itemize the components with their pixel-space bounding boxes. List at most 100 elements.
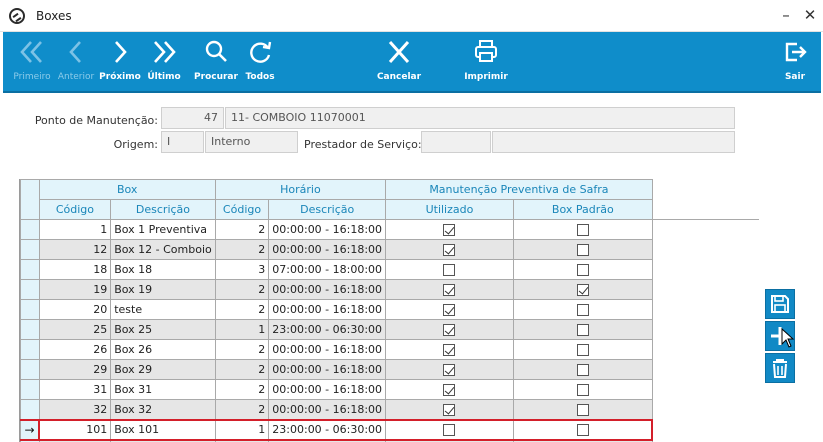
checkbox-checked[interactable]: [443, 344, 456, 356]
last-button[interactable]: Último: [147, 32, 181, 93]
checkbox-unchecked[interactable]: [576, 244, 589, 256]
col-header-horario-codigo[interactable]: Código: [214, 199, 270, 220]
cell-codigo[interactable]: 101: [38, 418, 112, 441]
checkbox-unchecked[interactable]: [576, 424, 589, 436]
cell-horario-descricao[interactable]: 23:00:00 - 06:30:00: [268, 418, 387, 441]
cell-descricao[interactable]: Box 18: [110, 259, 216, 280]
cell-horario-descricao[interactable]: 00:00:00 - 16:18:00: [268, 379, 387, 400]
cell-descricao[interactable]: Box 19: [110, 279, 216, 300]
checkbox-unchecked[interactable]: [576, 324, 589, 336]
cell-horario-codigo[interactable]: 2: [214, 359, 270, 380]
cell-horario-codigo[interactable]: 2: [214, 279, 270, 300]
checkbox-unchecked[interactable]: [443, 424, 456, 436]
cell-horario-codigo[interactable]: 2: [214, 339, 270, 360]
row-indicator[interactable]: [20, 399, 40, 420]
cell-codigo[interactable]: 18: [38, 259, 112, 280]
cell-horario-codigo[interactable]: 1: [214, 418, 270, 441]
cell-descricao[interactable]: Box 12 - Comboio: [110, 239, 216, 260]
cell-codigo[interactable]: 25: [38, 319, 112, 340]
checkbox-checked[interactable]: [443, 403, 456, 416]
cell-horario-descricao[interactable]: 00:00:00 - 16:18:00: [268, 299, 387, 320]
cancel-button[interactable]: Cancelar: [377, 32, 421, 93]
cell-descricao[interactable]: Box 32: [110, 399, 216, 420]
print-button[interactable]: Imprimir: [464, 32, 508, 93]
checkbox-unchecked[interactable]: [576, 344, 589, 356]
checkbox-checked[interactable]: [443, 324, 456, 336]
table-row[interactable]: 1 Box 1 Preventiva 2 00:00:00 - 16:18:00: [20, 219, 759, 240]
table-row[interactable]: 26 Box 26 2 00:00:00 - 16:18:00: [20, 339, 759, 360]
table-row[interactable]: 18 Box 18 3 07:00:00 - 18:00:00: [20, 259, 759, 280]
cell-horario-descricao[interactable]: 23:00:00 - 06:30:00: [268, 319, 387, 340]
cell-horario-codigo[interactable]: 2: [214, 219, 270, 240]
checkbox-unchecked[interactable]: [576, 403, 589, 416]
row-indicator[interactable]: [20, 279, 40, 300]
table-row[interactable]: 20 teste 2 00:00:00 - 16:18:00: [20, 299, 759, 320]
cell-descricao[interactable]: Box 25: [110, 319, 216, 340]
col-header-utilizado[interactable]: Utilizado: [385, 199, 514, 220]
origem-code-field[interactable]: I: [161, 131, 204, 153]
cell-codigo[interactable]: 1: [38, 219, 112, 240]
cell-descricao[interactable]: Box 101: [110, 418, 216, 441]
checkbox-checked[interactable]: [443, 244, 456, 256]
save-button[interactable]: [765, 289, 795, 319]
checkbox-unchecked[interactable]: [576, 264, 589, 276]
row-indicator[interactable]: [20, 379, 40, 400]
cell-codigo[interactable]: 26: [38, 339, 112, 360]
previous-button[interactable]: Anterior: [58, 32, 94, 93]
next-button[interactable]: Próximo: [99, 32, 141, 93]
all-button[interactable]: Todos: [245, 32, 275, 93]
first-button[interactable]: Primeiro: [13, 32, 51, 93]
checkbox-checked[interactable]: [443, 364, 456, 376]
checkbox-unchecked[interactable]: [576, 224, 589, 236]
cell-codigo[interactable]: 20: [38, 299, 112, 320]
table-row[interactable]: 19 Box 19 2 00:00:00 - 16:18:00: [20, 279, 759, 300]
cell-horario-descricao[interactable]: 00:00:00 - 16:18:00: [268, 239, 387, 260]
checkbox-checked[interactable]: [576, 284, 589, 296]
col-header-box-padrao[interactable]: Box Padrão: [512, 199, 653, 220]
table-row[interactable]: 12 Box 12 - Comboio 2 00:00:00 - 16:18:00: [20, 239, 759, 260]
row-indicator[interactable]: [20, 239, 40, 260]
row-indicator[interactable]: [20, 219, 40, 240]
cell-horario-descricao[interactable]: 00:00:00 - 16:18:00: [268, 279, 387, 300]
cell-codigo[interactable]: 31: [38, 379, 112, 400]
minimize-button[interactable]: –: [776, 5, 796, 25]
exit-button[interactable]: Sair: [780, 32, 810, 93]
cell-descricao[interactable]: Box 26: [110, 339, 216, 360]
origem-description-field[interactable]: Interno: [205, 131, 298, 153]
row-indicator[interactable]: →: [20, 418, 40, 441]
row-indicator[interactable]: [20, 359, 40, 380]
row-indicator[interactable]: [20, 299, 40, 320]
cell-descricao[interactable]: Box 31: [110, 379, 216, 400]
col-header-descricao[interactable]: Descrição: [110, 199, 216, 220]
delete-button[interactable]: [765, 353, 795, 383]
ponto-description-field[interactable]: 11- COMBOIO 11070001: [225, 107, 735, 129]
checkbox-unchecked[interactable]: [576, 384, 589, 396]
checkbox-unchecked[interactable]: [576, 364, 589, 376]
col-header-horario-descricao[interactable]: Descrição: [268, 199, 387, 220]
cell-codigo[interactable]: 29: [38, 359, 112, 380]
cell-codigo[interactable]: 19: [38, 279, 112, 300]
checkbox-checked[interactable]: [443, 304, 456, 316]
row-indicator[interactable]: [20, 339, 40, 360]
cell-horario-codigo[interactable]: 3: [214, 259, 270, 280]
cell-descricao[interactable]: Box 1 Preventiva: [110, 219, 216, 240]
col-header-codigo[interactable]: Código: [38, 199, 112, 220]
cell-horario-descricao[interactable]: 00:00:00 - 16:18:00: [268, 219, 387, 240]
cell-horario-codigo[interactable]: 2: [214, 299, 270, 320]
cell-descricao[interactable]: Box 29: [110, 359, 216, 380]
table-row[interactable]: 29 Box 29 2 00:00:00 - 16:18:00: [20, 359, 759, 380]
close-window-button[interactable]: ✕: [800, 5, 820, 25]
table-row[interactable]: 31 Box 31 2 00:00:00 - 16:18:00: [20, 379, 759, 400]
table-row[interactable]: 25 Box 25 1 23:00:00 - 06:30:00: [20, 319, 759, 340]
row-indicator[interactable]: [20, 259, 40, 280]
prestador-code-field[interactable]: [421, 131, 491, 153]
table-row[interactable]: → 101 Box 101 1 23:00:00 - 06:30:00: [20, 418, 759, 441]
row-indicator[interactable]: [20, 319, 40, 340]
search-button[interactable]: Procurar: [194, 32, 238, 93]
cell-horario-codigo[interactable]: 2: [214, 399, 270, 420]
checkbox-checked[interactable]: [443, 224, 456, 236]
cell-horario-codigo[interactable]: 2: [214, 379, 270, 400]
checkbox-checked[interactable]: [443, 384, 456, 396]
cell-codigo[interactable]: 32: [38, 399, 112, 420]
prestador-description-field[interactable]: [492, 131, 735, 153]
